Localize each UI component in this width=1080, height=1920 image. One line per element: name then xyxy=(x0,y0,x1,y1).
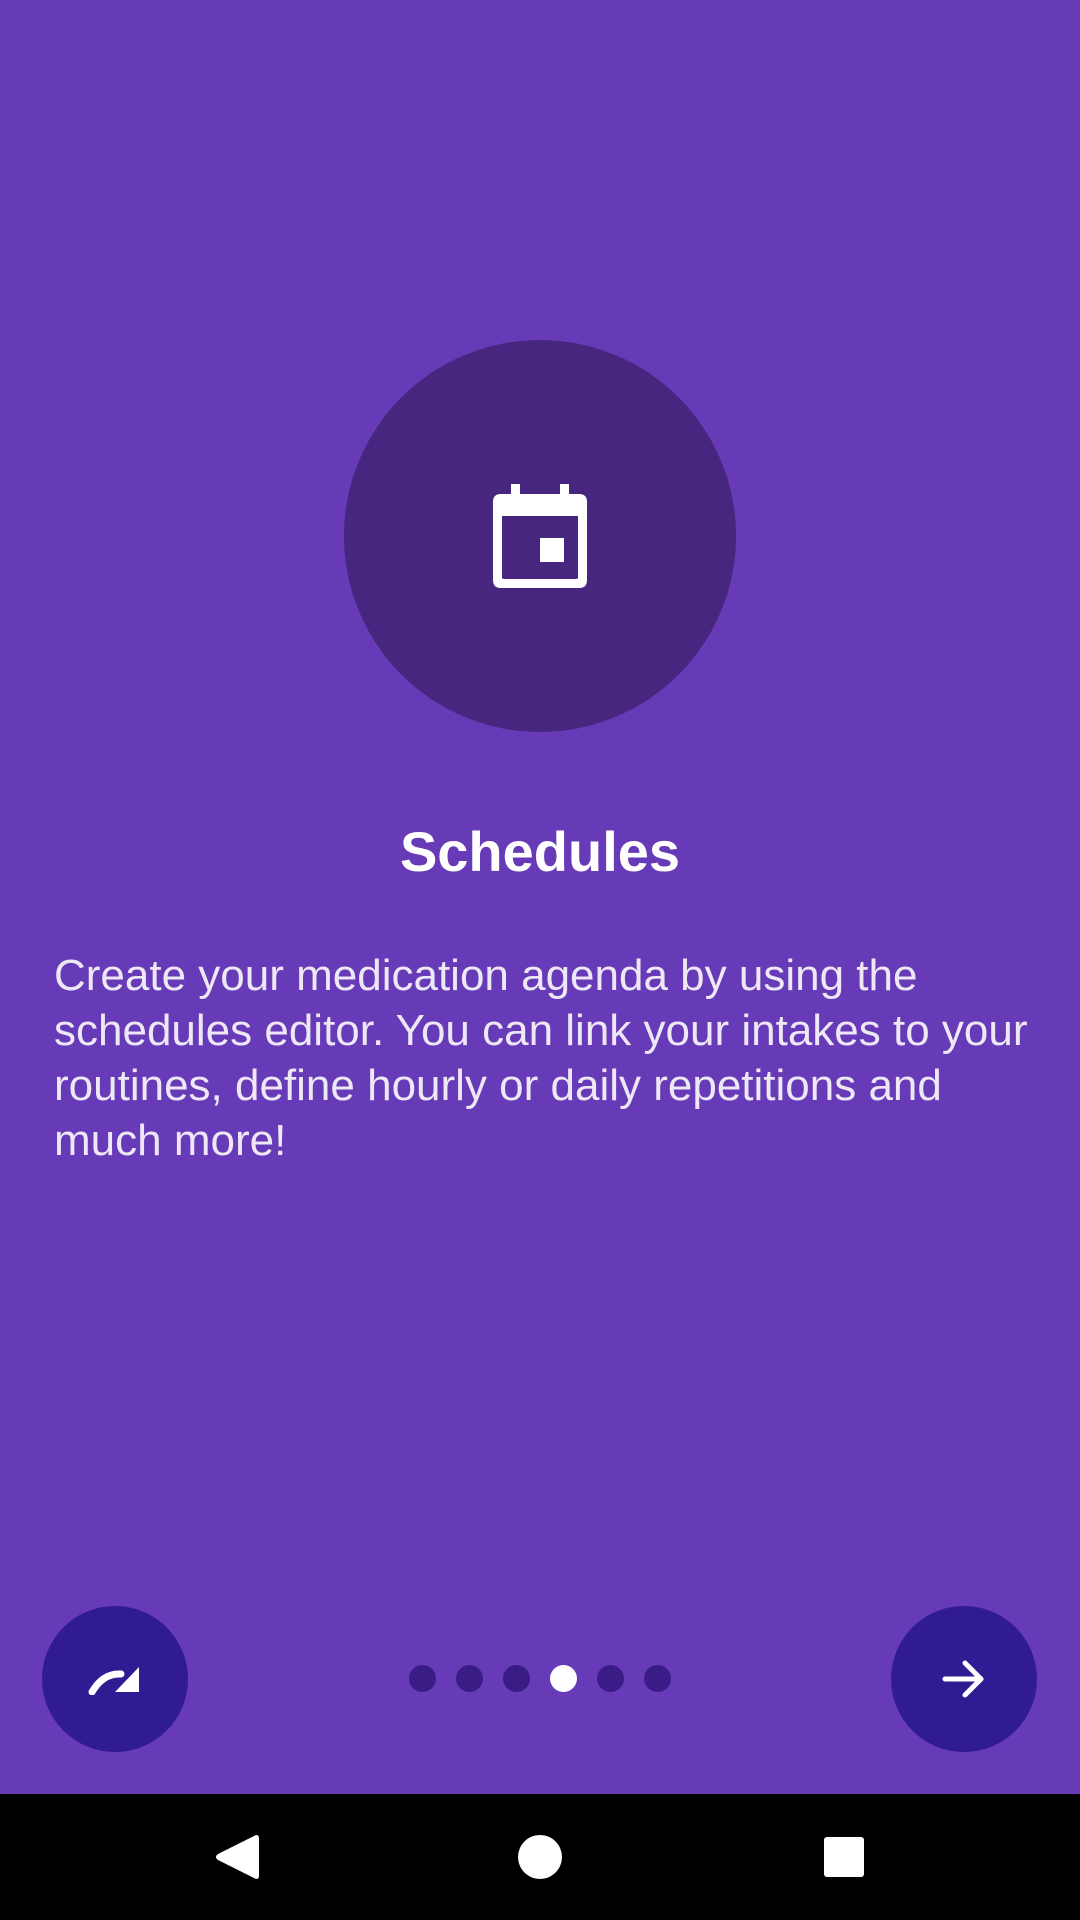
page-dot-1[interactable] xyxy=(409,1665,436,1692)
slide-title: Schedules xyxy=(399,820,681,883)
page-dot-6[interactable] xyxy=(644,1665,671,1692)
arrow-forward-icon xyxy=(942,1660,984,1698)
page-dot-2[interactable] xyxy=(456,1665,483,1692)
page-indicator xyxy=(409,1665,671,1692)
page-dot-3[interactable] xyxy=(503,1665,530,1692)
recents-button[interactable] xyxy=(781,1794,907,1920)
system-navigation-bar xyxy=(0,1794,1080,1920)
recents-square-icon xyxy=(824,1837,864,1877)
next-button[interactable] xyxy=(891,1606,1037,1752)
home-circle-icon xyxy=(518,1835,562,1879)
intro-screen: Schedules Create your medication agenda … xyxy=(0,0,1080,1794)
hero-circle xyxy=(344,340,736,732)
page-dot-5[interactable] xyxy=(597,1665,624,1692)
redo-icon xyxy=(88,1667,139,1695)
slide-description: Create your medication agenda by using t… xyxy=(54,951,1028,1165)
page-dot-4[interactable] xyxy=(550,1665,577,1692)
home-button[interactable] xyxy=(477,1794,603,1920)
skip-button[interactable] xyxy=(42,1606,188,1752)
back-triangle-icon xyxy=(216,1835,259,1879)
calendar-icon xyxy=(493,484,587,588)
back-button[interactable] xyxy=(174,1794,300,1920)
